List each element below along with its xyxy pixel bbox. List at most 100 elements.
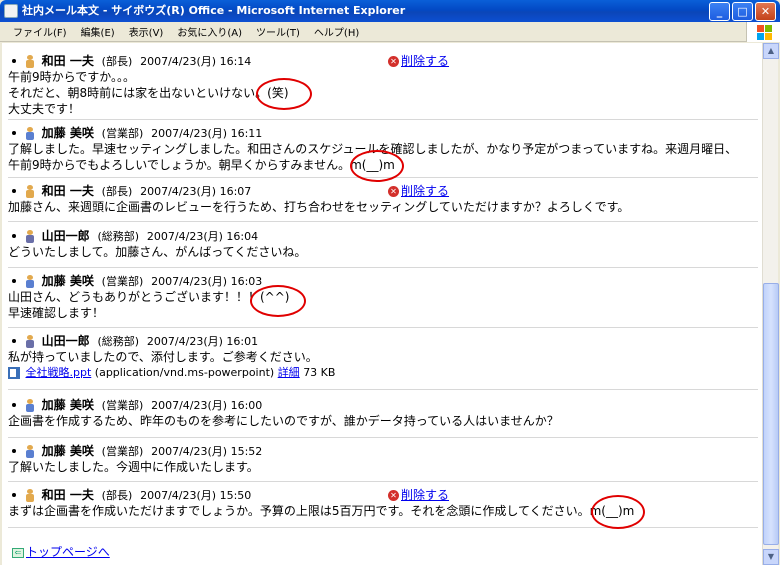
menu-favorites[interactable]: お気に入り(A) xyxy=(170,24,249,39)
manager-person-icon xyxy=(25,184,35,199)
message-line: 早速確認します！ xyxy=(8,306,105,320)
delete-icon: ✕ xyxy=(388,490,399,501)
message-line: 了解いたしました。今週中に作成いたします。 xyxy=(8,460,259,474)
back-arrow-icon: ⇐ xyxy=(12,547,24,558)
user-person-icon xyxy=(25,444,35,459)
close-button[interactable]: ✕ xyxy=(755,2,776,21)
delete-link[interactable]: ✕ 削除する xyxy=(388,487,449,503)
sender-name[interactable]: 加藤 美咲 xyxy=(42,274,94,288)
sender-dept: (総務部) xyxy=(97,230,140,243)
attachment-link[interactable]: 全社戦略.ppt xyxy=(26,366,92,379)
sender-dept: (部長) xyxy=(101,55,133,68)
message-line: 企画書を作成するため、昨年のものを参考にしたいのですが、誰かデータ持っている人は… xyxy=(8,414,559,428)
attachment-size: 73 KB xyxy=(303,366,336,379)
sender-dept: (営業部) xyxy=(101,127,144,140)
divider xyxy=(8,527,758,528)
bullet xyxy=(12,233,16,238)
bullet xyxy=(12,492,16,497)
message-entry: 加藤 美咲 (営業部) 2007/4/23(月) 16:03 山田さん、どうもあ… xyxy=(8,273,758,321)
sender-dept: (部長) xyxy=(101,185,133,198)
highlight-circle xyxy=(350,150,404,182)
sender-dept: (営業部) xyxy=(101,275,144,288)
message-thread: 和田 一夫 (部長) 2007/4/23(月) 16:14 ✕ 削除する 午前9時… xyxy=(2,43,762,565)
delete-icon: ✕ xyxy=(388,186,399,197)
user-person-icon xyxy=(25,274,35,289)
message-date: 2007/4/23(月) 16:04 xyxy=(146,230,259,243)
bullet xyxy=(12,448,16,453)
message-entry: 加藤 美咲 (営業部) 2007/4/23(月) 16:00 企画書を作成するた… xyxy=(8,397,758,429)
message-line: 大丈夫です！ xyxy=(8,102,81,116)
divider xyxy=(8,437,758,438)
minimize-button[interactable]: _ xyxy=(709,2,730,21)
window-titlebar: 社内メール本文 - サイボウズ(R) Office - Microsoft In… xyxy=(0,0,780,22)
sender-name[interactable]: 加藤 美咲 xyxy=(42,398,94,412)
menu-file[interactable]: ファイル(F) xyxy=(6,24,74,39)
message-line: どういたしまして。加藤さん、がんばってくださいね。 xyxy=(8,245,307,259)
message-line: まずは企画書を作成いただけますでしょうか。予算の上限は5百万円です。それを念頭に… xyxy=(8,504,635,518)
sender-dept: (営業部) xyxy=(101,399,144,412)
scroll-thumb[interactable] xyxy=(763,283,779,545)
attachment: 全社戦略.ppt (application/vnd.ms-powerpoint)… xyxy=(8,365,758,381)
message-line: 加藤さん、来週頭に企画書のレビューを行うため、打ち合わせをセッティングしていただ… xyxy=(8,200,630,214)
message-date: 2007/4/23(月) 15:50 xyxy=(140,489,252,502)
windows-logo-icon xyxy=(746,22,780,42)
highlight-circle xyxy=(256,78,312,110)
message-entry: 山田一郎 (総務部) 2007/4/23(月) 16:01 私が持っていましたの… xyxy=(8,333,758,381)
top-page-link[interactable]: ⇐ トップページへ xyxy=(12,543,110,560)
sender-name[interactable]: 山田一郎 xyxy=(42,229,90,243)
sender-name[interactable]: 加藤 美咲 xyxy=(42,126,94,140)
detail-link[interactable]: 詳細 xyxy=(278,366,300,379)
bullet xyxy=(12,58,16,63)
maximize-button[interactable]: □ xyxy=(732,2,753,21)
menu-edit[interactable]: 編集(E) xyxy=(74,24,122,39)
scroll-down-button[interactable]: ▼ xyxy=(763,549,779,565)
sender-dept: (部長) xyxy=(101,489,133,502)
divider xyxy=(8,267,758,268)
message-date: 2007/4/23(月) 16:07 xyxy=(140,185,252,198)
user-person-icon xyxy=(25,334,35,349)
window-title: 社内メール本文 - サイボウズ(R) Office - Microsoft In… xyxy=(22,4,406,17)
message-entry: 加藤 美咲 (営業部) 2007/4/23(月) 15:52 了解いたしました。… xyxy=(8,443,758,475)
divider xyxy=(8,389,758,390)
message-date: 2007/4/23(月) 16:14 xyxy=(140,55,252,68)
sender-name[interactable]: 山田一郎 xyxy=(42,334,90,348)
user-person-icon xyxy=(25,398,35,413)
message-date: 2007/4/23(月) 16:01 xyxy=(146,335,259,348)
manager-person-icon xyxy=(25,488,35,503)
menu-tools[interactable]: ツール(T) xyxy=(249,24,307,39)
message-line: 午前9時からですか。。。 xyxy=(8,70,136,84)
sender-name[interactable]: 和田 一夫 xyxy=(42,54,94,68)
sender-dept: (営業部) xyxy=(101,445,144,458)
message-entry: 和田 一夫 (部長) 2007/4/23(月) 16:07 ✕ 削除する 加藤さん… xyxy=(8,183,758,215)
message-line: それだと、朝8時前には家を出ないといけない。(笑) xyxy=(8,86,289,100)
delete-icon: ✕ xyxy=(388,56,399,67)
bullet xyxy=(12,338,16,343)
window-controls: _ □ ✕ xyxy=(709,2,776,21)
scroll-up-button[interactable]: ▲ xyxy=(763,43,779,59)
bullet xyxy=(12,402,16,407)
highlight-circle xyxy=(250,285,306,317)
divider xyxy=(8,119,758,120)
delete-link[interactable]: ✕ 削除する xyxy=(388,53,449,69)
menu-view[interactable]: 表示(V) xyxy=(122,24,171,39)
bullet xyxy=(12,188,16,193)
sender-name[interactable]: 加藤 美咲 xyxy=(42,444,94,458)
user-person-icon xyxy=(25,229,35,244)
sender-dept: (総務部) xyxy=(97,335,140,348)
ie-page-icon xyxy=(4,4,18,18)
divider xyxy=(8,327,758,328)
attachment-type: (application/vnd.ms-powerpoint) xyxy=(94,366,275,379)
message-date: 2007/4/23(月) 16:03 xyxy=(151,275,263,288)
delete-link[interactable]: ✕ 削除する xyxy=(388,183,449,199)
user-person-icon xyxy=(25,126,35,141)
message-date: 2007/4/23(月) 16:11 xyxy=(151,127,263,140)
bullet xyxy=(12,278,16,283)
sender-name[interactable]: 和田 一夫 xyxy=(42,184,94,198)
message-entry: 和田 一夫 (部長) 2007/4/23(月) 15:50 ✕ 削除する まずは企… xyxy=(8,487,758,519)
vertical-scrollbar[interactable]: ▲ ▼ xyxy=(762,43,779,565)
menu-help[interactable]: ヘルプ(H) xyxy=(307,24,366,39)
message-date: 2007/4/23(月) 15:52 xyxy=(151,445,263,458)
highlight-circle xyxy=(591,495,645,529)
message-line: 私が持っていましたので、添付します。ご参考ください。 xyxy=(8,350,318,364)
sender-name[interactable]: 和田 一夫 xyxy=(42,488,94,502)
